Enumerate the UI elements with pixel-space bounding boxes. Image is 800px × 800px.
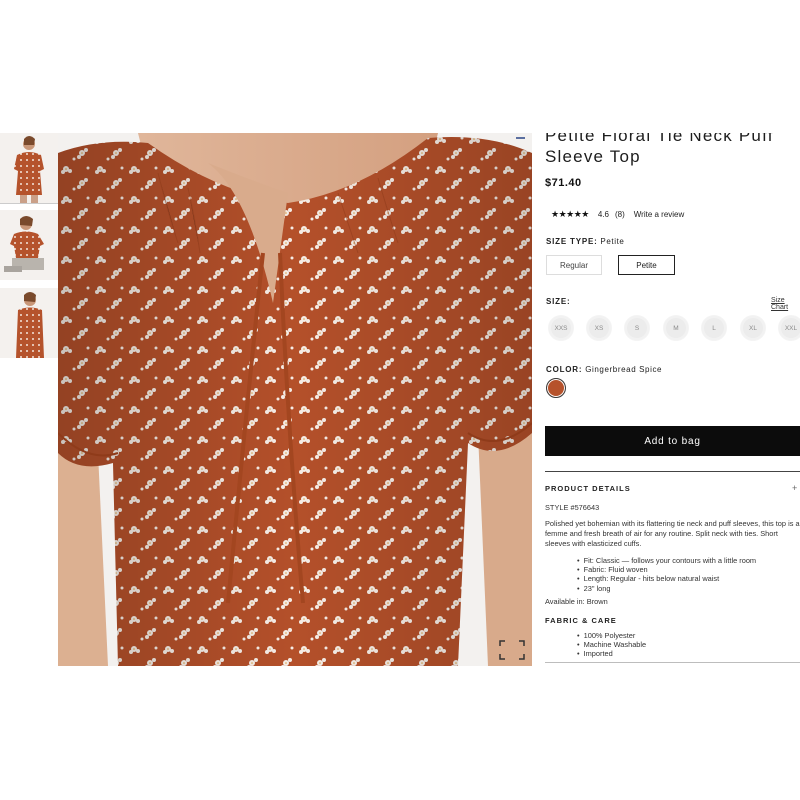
color-label-row: COLOR: Gingerbread Spice — [546, 365, 662, 374]
product-details-heading[interactable]: PRODUCT DETAILS — [545, 484, 631, 493]
size-option-xl[interactable]: XL — [740, 315, 766, 341]
list-item: Fabric: Fluid woven — [577, 565, 756, 574]
expand-icon[interactable] — [499, 640, 525, 660]
size-option-m[interactable]: M — [663, 315, 689, 341]
fabric-bullet-list: 100% Polyester Machine Washable Imported — [577, 631, 647, 659]
product-price: $71.40 — [545, 177, 582, 189]
product-page: Petite Floral Tie Neck Puff Sleeve Top $… — [0, 133, 800, 666]
divider — [545, 471, 800, 472]
divider — [545, 662, 800, 663]
thumbnail-2[interactable] — [0, 210, 58, 280]
style-number: STYLE #576643 — [545, 503, 600, 512]
size-type-label: SIZE TYPE: — [546, 237, 598, 246]
color-swatch-gingerbread[interactable] — [546, 378, 566, 398]
thumbnail-3[interactable] — [0, 288, 58, 358]
star-rating-icon: ★★★★★ — [551, 209, 589, 219]
list-item: Length: Regular - hits below natural wai… — [577, 574, 756, 583]
rating-row: ★★★★★ 4.6 (8) Write a review — [551, 209, 684, 220]
fabric-care-heading[interactable]: FABRIC & CARE — [545, 616, 617, 625]
size-option-xxs[interactable]: XXS — [548, 315, 574, 341]
write-review-link[interactable]: Write a review — [634, 210, 685, 219]
size-chart-link[interactable]: Size Chart — [771, 297, 800, 311]
main-product-image[interactable] — [58, 133, 532, 666]
product-title: Petite Floral Tie Neck Puff Sleeve Top — [545, 133, 774, 166]
size-type-petite-button[interactable]: Petite — [618, 255, 675, 275]
size-label-row: SIZE: — [546, 297, 570, 306]
size-type-value: Petite — [600, 237, 625, 246]
size-type-label-row: SIZE TYPE: Petite — [546, 237, 624, 246]
list-item: Imported — [577, 649, 646, 658]
plus-icon[interactable]: + — [792, 483, 797, 493]
available-in: Available in: Brown — [545, 597, 608, 606]
size-type-regular-button[interactable]: Regular — [546, 255, 602, 275]
size-label: SIZE: — [546, 297, 571, 306]
rating-value: 4.6 — [597, 210, 609, 219]
list-item: Fit: Classic — follows your contours wit… — [577, 556, 757, 565]
collapse-minus-icon[interactable] — [516, 137, 525, 139]
rating-count[interactable]: (8) — [615, 210, 625, 219]
product-description: Polished yet bohemian with its flatterin… — [545, 519, 800, 548]
color-label: COLOR: — [546, 365, 583, 374]
list-item: 23" long — [577, 584, 756, 593]
add-to-bag-button[interactable]: Add to bag — [545, 426, 800, 456]
size-option-s[interactable]: S — [624, 315, 650, 341]
size-option-l[interactable]: L — [701, 315, 727, 341]
list-item: Machine Washable — [577, 640, 647, 649]
list-item: 100% Polyester — [577, 631, 646, 640]
product-info-panel: Petite Floral Tie Neck Puff Sleeve Top $… — [545, 133, 800, 666]
size-option-xxl[interactable]: XXL — [778, 315, 800, 341]
details-bullet-list: Fit: Classic — follows your contours wit… — [577, 556, 757, 593]
color-value: Gingerbread Spice — [585, 365, 663, 374]
size-option-xs[interactable]: XS — [586, 315, 612, 341]
thumbnail-1[interactable] — [0, 133, 59, 204]
